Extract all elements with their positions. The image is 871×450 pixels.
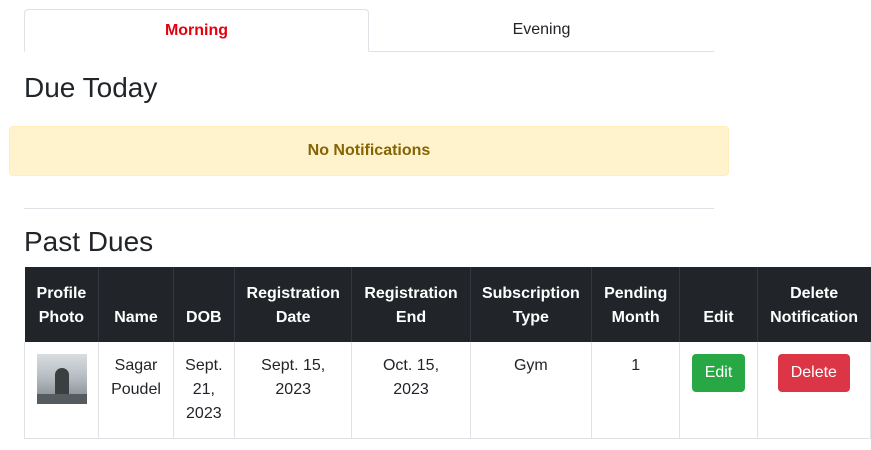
delete-button[interactable]: Delete: [777, 354, 850, 392]
column-header-pending-month: Pending Month: [591, 267, 680, 342]
person-silhouette: [54, 368, 69, 396]
edit-cell: Edit: [679, 342, 758, 439]
tab-morning[interactable]: Morning: [24, 9, 369, 52]
section-divider: [24, 208, 714, 209]
dob-cell: Sept. 21, 2023: [172, 342, 236, 439]
name-cell: Sagar Poudel: [98, 342, 174, 439]
column-header-delete-notification: Delete Notification: [756, 267, 871, 342]
due-today-heading: Due Today: [24, 72, 158, 103]
past-dues-table: Profile Photo Name DOB Registration Date R…: [23, 267, 871, 439]
table-row: Sagar Poudel Sept. 21, 2023 Sept. 15, 2023 O…: [23, 342, 871, 439]
profile-photo: [36, 354, 87, 404]
column-header-registration-date: Registration Date: [234, 267, 352, 342]
column-header-edit: Edit: [679, 267, 758, 342]
delete-cell: Delete: [756, 342, 871, 439]
registration-end-cell: Oct. 15, 2023: [351, 342, 471, 439]
no-notifications-alert: No Notifications: [9, 126, 729, 176]
registration-date-cell: Sept. 15, 2023: [234, 342, 353, 439]
edit-button[interactable]: Edit: [691, 354, 746, 392]
photo-ground: [36, 394, 87, 404]
column-header-dob: DOB: [172, 267, 235, 342]
table-header-row: Profile Photo Name DOB Registration Date R…: [24, 267, 871, 342]
shift-tabs: Morning Evening: [24, 9, 714, 52]
past-dues-heading: Past Dues: [24, 226, 154, 257]
column-header-subscription-type: Subscription Type: [469, 267, 592, 342]
column-header-profile-photo: Profile Photo: [24, 267, 99, 342]
subscription-type-cell: Gym: [469, 342, 593, 439]
column-header-name: Name: [98, 267, 174, 342]
profile-photo-cell: [23, 342, 100, 439]
tab-evening[interactable]: Evening: [369, 9, 714, 51]
column-header-registration-end: Registration End: [351, 267, 471, 342]
pending-month-cell: 1: [591, 342, 681, 439]
